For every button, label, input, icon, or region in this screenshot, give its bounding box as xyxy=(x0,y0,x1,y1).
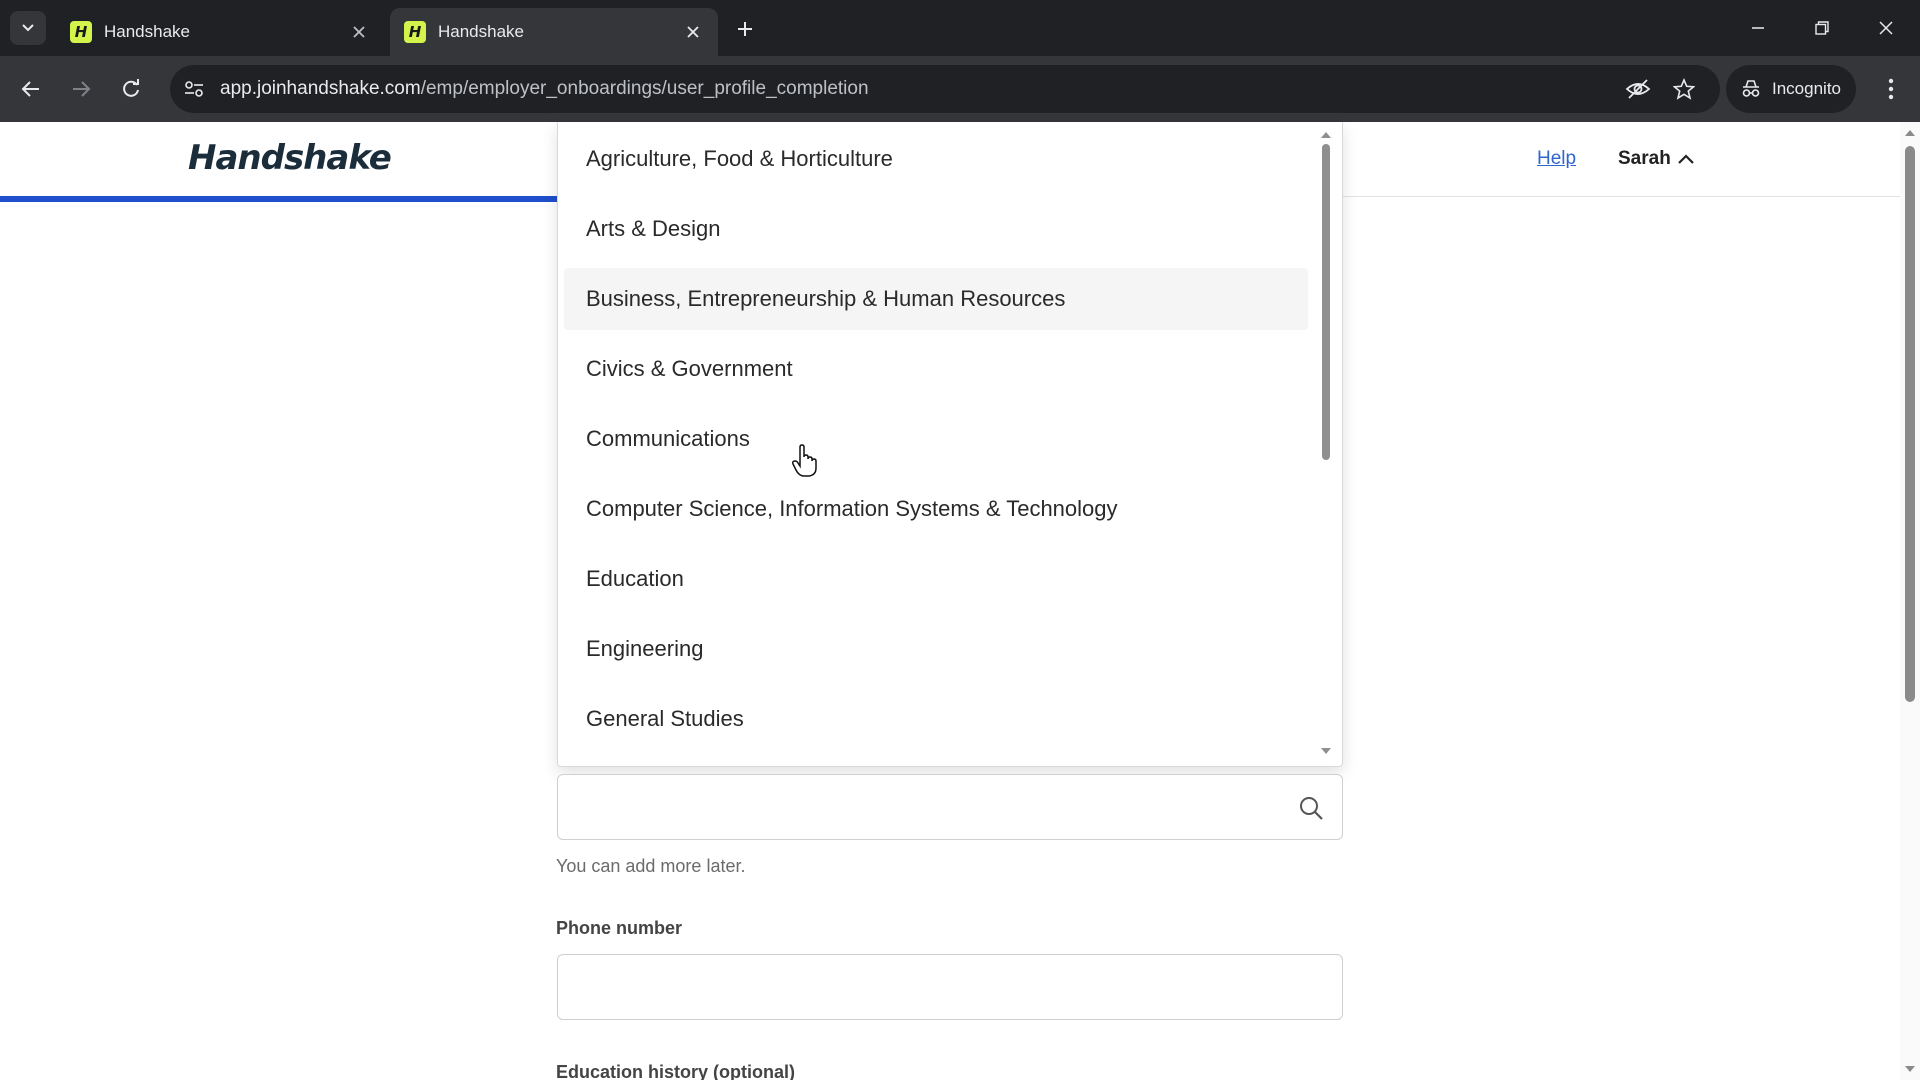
bookmark-star-icon[interactable] xyxy=(1670,75,1698,103)
minimize-icon xyxy=(1752,27,1764,29)
reload-button[interactable] xyxy=(114,72,148,106)
back-button[interactable] xyxy=(14,72,48,106)
scroll-up-arrow-icon[interactable] xyxy=(1904,128,1916,138)
page-scroll-thumb[interactable] xyxy=(1905,146,1915,702)
handshake-favicon-icon: H xyxy=(404,21,426,43)
restore-icon xyxy=(1815,21,1829,35)
page-scrollbar[interactable] xyxy=(1900,122,1920,1080)
browser-tab-bar: H Handshake H Handshake xyxy=(0,0,1920,56)
minimize-button[interactable] xyxy=(1742,12,1774,44)
phone-number-label: Phone number xyxy=(556,918,683,938)
browser-menu-button[interactable] xyxy=(1874,72,1908,106)
education-history-label: Education history (optional) xyxy=(556,1062,795,1080)
reload-icon xyxy=(123,79,139,97)
tab-close-button[interactable] xyxy=(348,21,370,43)
scroll-up-arrow-icon[interactable] xyxy=(1320,130,1332,140)
incognito-icon xyxy=(1742,80,1760,97)
help-link[interactable]: Help xyxy=(1537,148,1576,170)
close-window-button[interactable] xyxy=(1870,12,1902,44)
browser-tab-1[interactable]: H Handshake xyxy=(56,8,384,56)
incognito-label: Incognito xyxy=(1772,79,1841,98)
tab-title: Handshake xyxy=(104,22,191,41)
search-icon xyxy=(1300,797,1323,820)
onboarding-progress-bar xyxy=(0,196,560,202)
dropdown-scroll-thumb[interactable] xyxy=(1322,144,1330,460)
industry-option[interactable]: Education xyxy=(564,548,1308,610)
industry-search-input[interactable] xyxy=(572,787,1252,827)
close-icon xyxy=(353,26,365,38)
tab-title: Handshake xyxy=(438,22,525,41)
industry-option[interactable]: General Studies xyxy=(564,688,1308,750)
industry-option[interactable]: Arts & Design xyxy=(564,198,1308,260)
page-content: Handshake Help Sarah Agriculture, Food &… xyxy=(0,122,1920,1080)
incognito-indicator[interactable]: Incognito xyxy=(1726,65,1856,113)
industry-option[interactable]: Business, Entrepreneurship & Human Resou… xyxy=(564,268,1308,330)
tab-search-button[interactable] xyxy=(10,11,46,45)
scroll-down-arrow-icon[interactable] xyxy=(1904,1064,1916,1074)
dropdown-scrollbar[interactable] xyxy=(1320,130,1332,756)
industry-option[interactable]: Communications xyxy=(564,408,1308,470)
scroll-down-arrow-icon[interactable] xyxy=(1320,746,1332,756)
industry-option[interactable]: Engineering xyxy=(564,618,1308,680)
search-hint-text: You can add more later. xyxy=(556,856,746,876)
phone-number-field[interactable] xyxy=(557,954,1343,1020)
industry-option[interactable]: Computer Science, Information Systems & … xyxy=(564,478,1308,540)
handshake-favicon-icon: H xyxy=(70,21,92,43)
site-settings-icon[interactable] xyxy=(180,75,208,103)
restore-button[interactable] xyxy=(1806,12,1838,44)
handshake-logo[interactable]: Handshake xyxy=(188,138,392,178)
url-text: app.joinhandshake.com/emp/employer_onboa… xyxy=(220,78,869,99)
industry-search-field[interactable] xyxy=(557,774,1343,840)
hand-pointer-cursor-icon xyxy=(792,444,817,477)
new-tab-button[interactable] xyxy=(730,14,760,44)
browser-tab-2[interactable]: H Handshake xyxy=(390,8,718,56)
industry-option[interactable]: Civics & Government xyxy=(564,338,1308,400)
more-vert-icon xyxy=(1888,78,1894,100)
tab-close-button[interactable] xyxy=(682,21,704,43)
arrow-right-icon xyxy=(73,81,91,97)
address-bar[interactable]: app.joinhandshake.com/emp/employer_onboa… xyxy=(170,65,1720,113)
chevron-up-icon xyxy=(1678,154,1694,164)
close-icon xyxy=(1879,21,1893,35)
plus-icon xyxy=(738,22,752,36)
arrow-left-icon xyxy=(21,81,39,97)
browser-toolbar: app.joinhandshake.com/emp/employer_onboa… xyxy=(0,56,1920,122)
eye-off-icon[interactable] xyxy=(1624,75,1652,103)
forward-button[interactable] xyxy=(64,72,98,106)
industry-dropdown-menu: Agriculture, Food & Horticulture Arts & … xyxy=(557,122,1343,767)
close-icon xyxy=(687,26,699,38)
industry-option[interactable]: Agriculture, Food & Horticulture xyxy=(564,128,1308,190)
user-name: Sarah xyxy=(1618,148,1671,169)
chevron-down-icon xyxy=(22,24,34,32)
user-menu-button[interactable]: Sarah xyxy=(1618,148,1695,170)
phone-number-input[interactable] xyxy=(572,967,1312,1007)
